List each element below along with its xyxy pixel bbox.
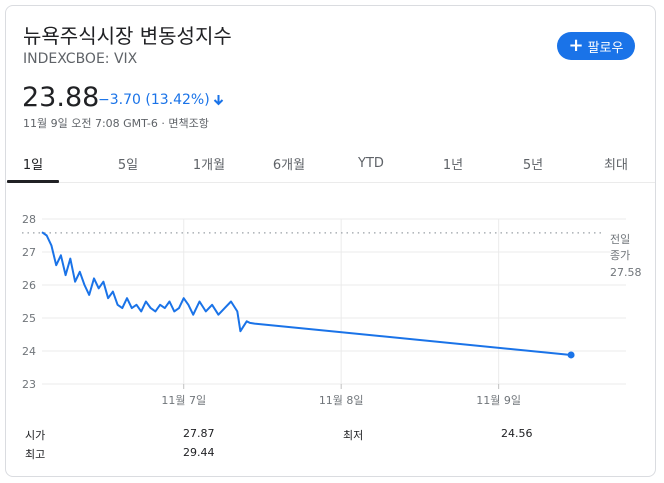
prev-close-value: 27.58 [610,266,642,279]
y-tick-label: 25 [22,312,36,325]
x-tick-label: 11월 9일 [476,393,521,407]
y-tick-label: 24 [22,345,36,358]
stat-low-label: 최저 [343,427,363,443]
y-tick-label: 28 [22,213,36,226]
price-chart[interactable]: 28 27 26 25 24 23 11월 7일 11월 8일 11월 9일 전일종가 27.58 [6,6,657,421]
prev-close-label: 종가 [610,249,630,262]
stat-high-value: 29.44 [183,446,215,459]
stat-open-label: 시가 [25,427,45,443]
last-price-point [568,351,575,358]
stat-high-label: 최고 [25,446,45,462]
series-line [42,232,571,355]
stat-open-value: 27.87 [183,427,215,440]
stat-low-value: 24.56 [501,427,533,440]
prev-close-label: 전일 [610,232,630,246]
y-tick-label: 27 [22,246,36,259]
x-tick-label: 11월 8일 [319,393,364,407]
y-tick-label: 23 [22,378,36,391]
x-tick-label: 11월 7일 [161,393,206,407]
stock-card: 뉴욕주식시장 변동성지수 INDEXCBOE: VIX + 팔로우 23.88 … [5,5,656,477]
y-tick-label: 26 [22,279,36,292]
